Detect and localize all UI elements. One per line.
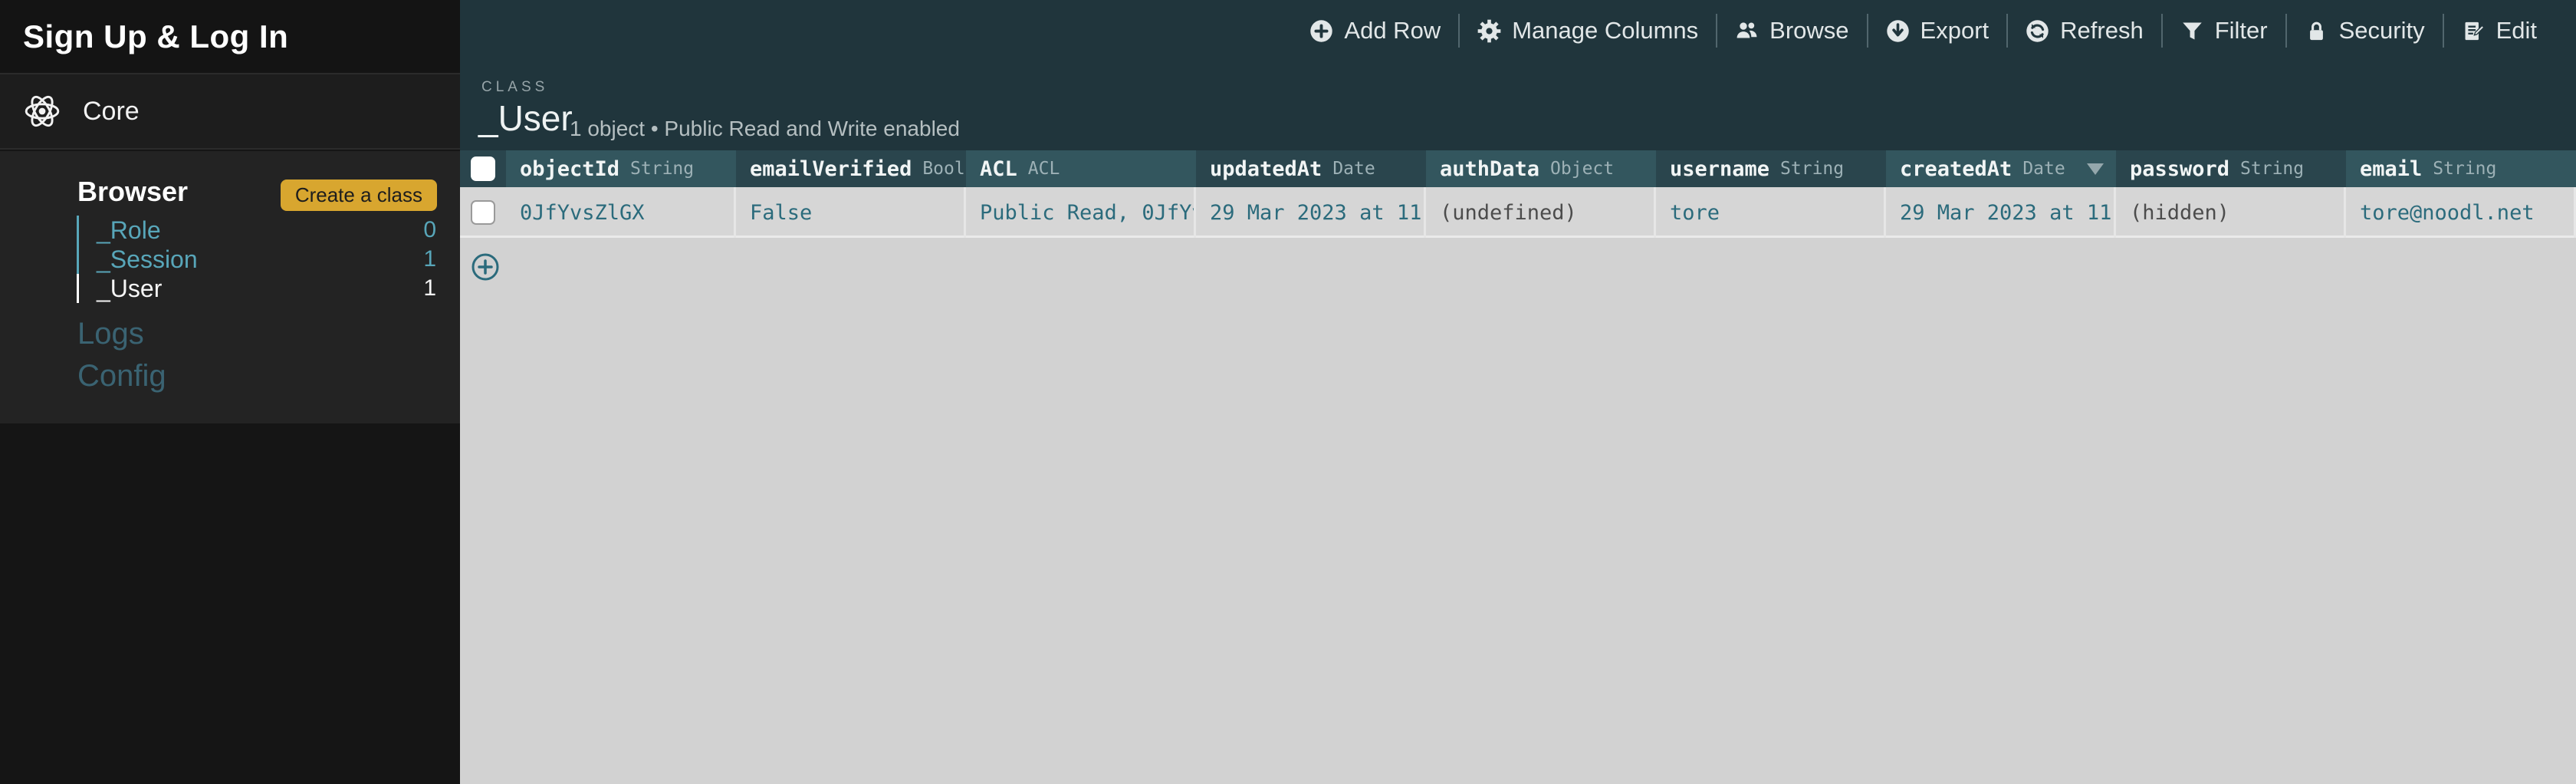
app-title-bar: Sign Up & Log In: [0, 0, 460, 73]
refresh-icon: [2026, 19, 2049, 42]
browser-panel: Browser Create a class _Role 0 _Session …: [0, 151, 460, 423]
sidebar-item-core[interactable]: Core: [0, 73, 460, 150]
class-name: _User: [478, 98, 573, 138]
refresh-label: Refresh: [2060, 17, 2144, 44]
column-name: ACL: [980, 156, 1017, 181]
add-object-button[interactable]: [471, 252, 500, 282]
column-header-authdata[interactable]: authData Object: [1426, 150, 1656, 187]
sidebar-item-user[interactable]: _User 1: [77, 274, 437, 303]
cell-updatedat[interactable]: 29 Mar 2023 at 11:…: [1196, 187, 1426, 238]
class-label: _Role: [97, 216, 161, 244]
column-header-emailverified[interactable]: emailVerified Boole…: [736, 150, 966, 187]
column-type: String: [2240, 159, 2305, 179]
cell-acl[interactable]: Public Read, 0JfYv…: [966, 187, 1196, 238]
select-all-checkbox[interactable]: [471, 156, 495, 181]
toolbar: Add Row Manage Columns Browse Export Ref…: [1292, 0, 2555, 61]
column-type: Boole…: [922, 159, 966, 179]
class-count-badge: 0: [423, 217, 436, 242]
row-checkbox[interactable]: [471, 200, 495, 225]
cell-username[interactable]: tore: [1656, 187, 1886, 238]
sidebar-item-logs[interactable]: Logs: [77, 317, 144, 351]
cell-emailverified[interactable]: False: [736, 187, 966, 238]
sort-desc-icon[interactable]: [2087, 163, 2104, 175]
class-meta: 1 object • Public Read and Write enabled: [570, 117, 960, 140]
column-name: authData: [1440, 156, 1540, 181]
column-type: String: [630, 159, 695, 179]
edit-icon: [2465, 21, 2485, 40]
add-row-button[interactable]: Add Row: [1292, 17, 1458, 44]
column-name: password: [2130, 156, 2230, 181]
atom-icon: [23, 92, 61, 130]
export-label: Export: [1920, 17, 1990, 44]
cell-authdata[interactable]: (undefined): [1426, 187, 1656, 238]
column-type: Date: [1332, 159, 1375, 179]
column-type: Object: [1550, 159, 1615, 179]
class-label: _User: [97, 274, 163, 302]
export-icon: [1886, 19, 1909, 42]
column-header-username[interactable]: username String: [1656, 150, 1886, 187]
select-all-cell: [460, 150, 506, 187]
filter-button[interactable]: Filter: [2163, 17, 2285, 44]
class-label: _Session: [97, 245, 198, 273]
column-header-email[interactable]: email String: [2346, 150, 2576, 187]
sidebar-item-config[interactable]: Config: [77, 359, 166, 394]
column-header-password[interactable]: password String: [2116, 150, 2346, 187]
add-row-label: Add Row: [1344, 17, 1441, 44]
column-name: objectId: [520, 156, 620, 181]
plus-circle-icon: [472, 253, 499, 281]
refresh-button[interactable]: Refresh: [2008, 17, 2161, 44]
column-header-acl[interactable]: ACL ACL: [966, 150, 1196, 187]
users-icon: [1737, 21, 1757, 38]
column-name: createdAt: [1900, 156, 2013, 181]
lock-icon: [2309, 21, 2323, 40]
cell-email[interactable]: tore@noodl.net: [2346, 187, 2576, 238]
create-class-button[interactable]: Create a class: [280, 180, 437, 211]
column-header-objectid[interactable]: objectId String: [506, 150, 736, 187]
edit-label: Edit: [2496, 17, 2537, 44]
manage-columns-label: Manage Columns: [1512, 17, 1699, 44]
sidebar-item-session[interactable]: _Session 1: [77, 245, 437, 274]
column-header-createdat[interactable]: createdAt Date: [1886, 150, 2116, 187]
column-name: email: [2360, 156, 2423, 181]
main-content: Add Row Manage Columns Browse Export Ref…: [460, 0, 2576, 784]
cell-password[interactable]: (hidden): [2116, 187, 2346, 238]
table-row: 0JfYvsZlGX False Public Read, 0JfYv… 29 …: [460, 187, 2576, 238]
column-type: String: [2433, 159, 2497, 179]
browse-label: Browse: [1769, 17, 1849, 44]
class-count-badge: 1: [423, 246, 436, 272]
class-list: _Role 0 _Session 1 _User 1: [77, 216, 437, 303]
app-title: Sign Up & Log In: [23, 18, 289, 54]
column-type: String: [1780, 159, 1845, 179]
browser-heading: Browser: [77, 176, 189, 207]
add-row-icon: [1310, 19, 1333, 42]
class-count-badge: 1: [423, 275, 436, 301]
class-eyebrow-label: CLASS: [481, 79, 549, 95]
browse-button[interactable]: Browse: [1717, 17, 1866, 44]
column-name: username: [1670, 156, 1770, 181]
filter-label: Filter: [2214, 17, 2268, 44]
cell-objectid[interactable]: 0JfYvsZlGX: [506, 187, 736, 238]
column-name: emailVerified: [750, 156, 912, 181]
sidebar: Sign Up & Log In Core Browser Create a c…: [0, 0, 460, 784]
cell-createdat[interactable]: 29 Mar 2023 at 11:…: [1886, 187, 2116, 238]
sidebar-item-core-label: Core: [83, 96, 140, 126]
grid-header: objectId String emailVerified Boole… ACL…: [460, 150, 2576, 187]
security-button[interactable]: Security: [2287, 17, 2443, 44]
manage-columns-button[interactable]: Manage Columns: [1460, 17, 1716, 44]
row-select-cell: [460, 187, 506, 238]
column-name: updatedAt: [1210, 156, 1322, 181]
sidebar-item-role[interactable]: _Role 0: [77, 216, 437, 245]
column-type: Date: [2022, 159, 2065, 179]
edit-button[interactable]: Edit: [2444, 17, 2555, 44]
gear-icon: [1477, 19, 1501, 42]
column-type: ACL: [1027, 159, 1060, 179]
filter-icon: [2182, 22, 2202, 39]
security-label: Security: [2338, 17, 2425, 44]
topbar: Add Row Manage Columns Browse Export Ref…: [460, 0, 2576, 150]
column-header-updatedat[interactable]: updatedAt Date: [1196, 150, 1426, 187]
export-button[interactable]: Export: [1868, 17, 2007, 44]
